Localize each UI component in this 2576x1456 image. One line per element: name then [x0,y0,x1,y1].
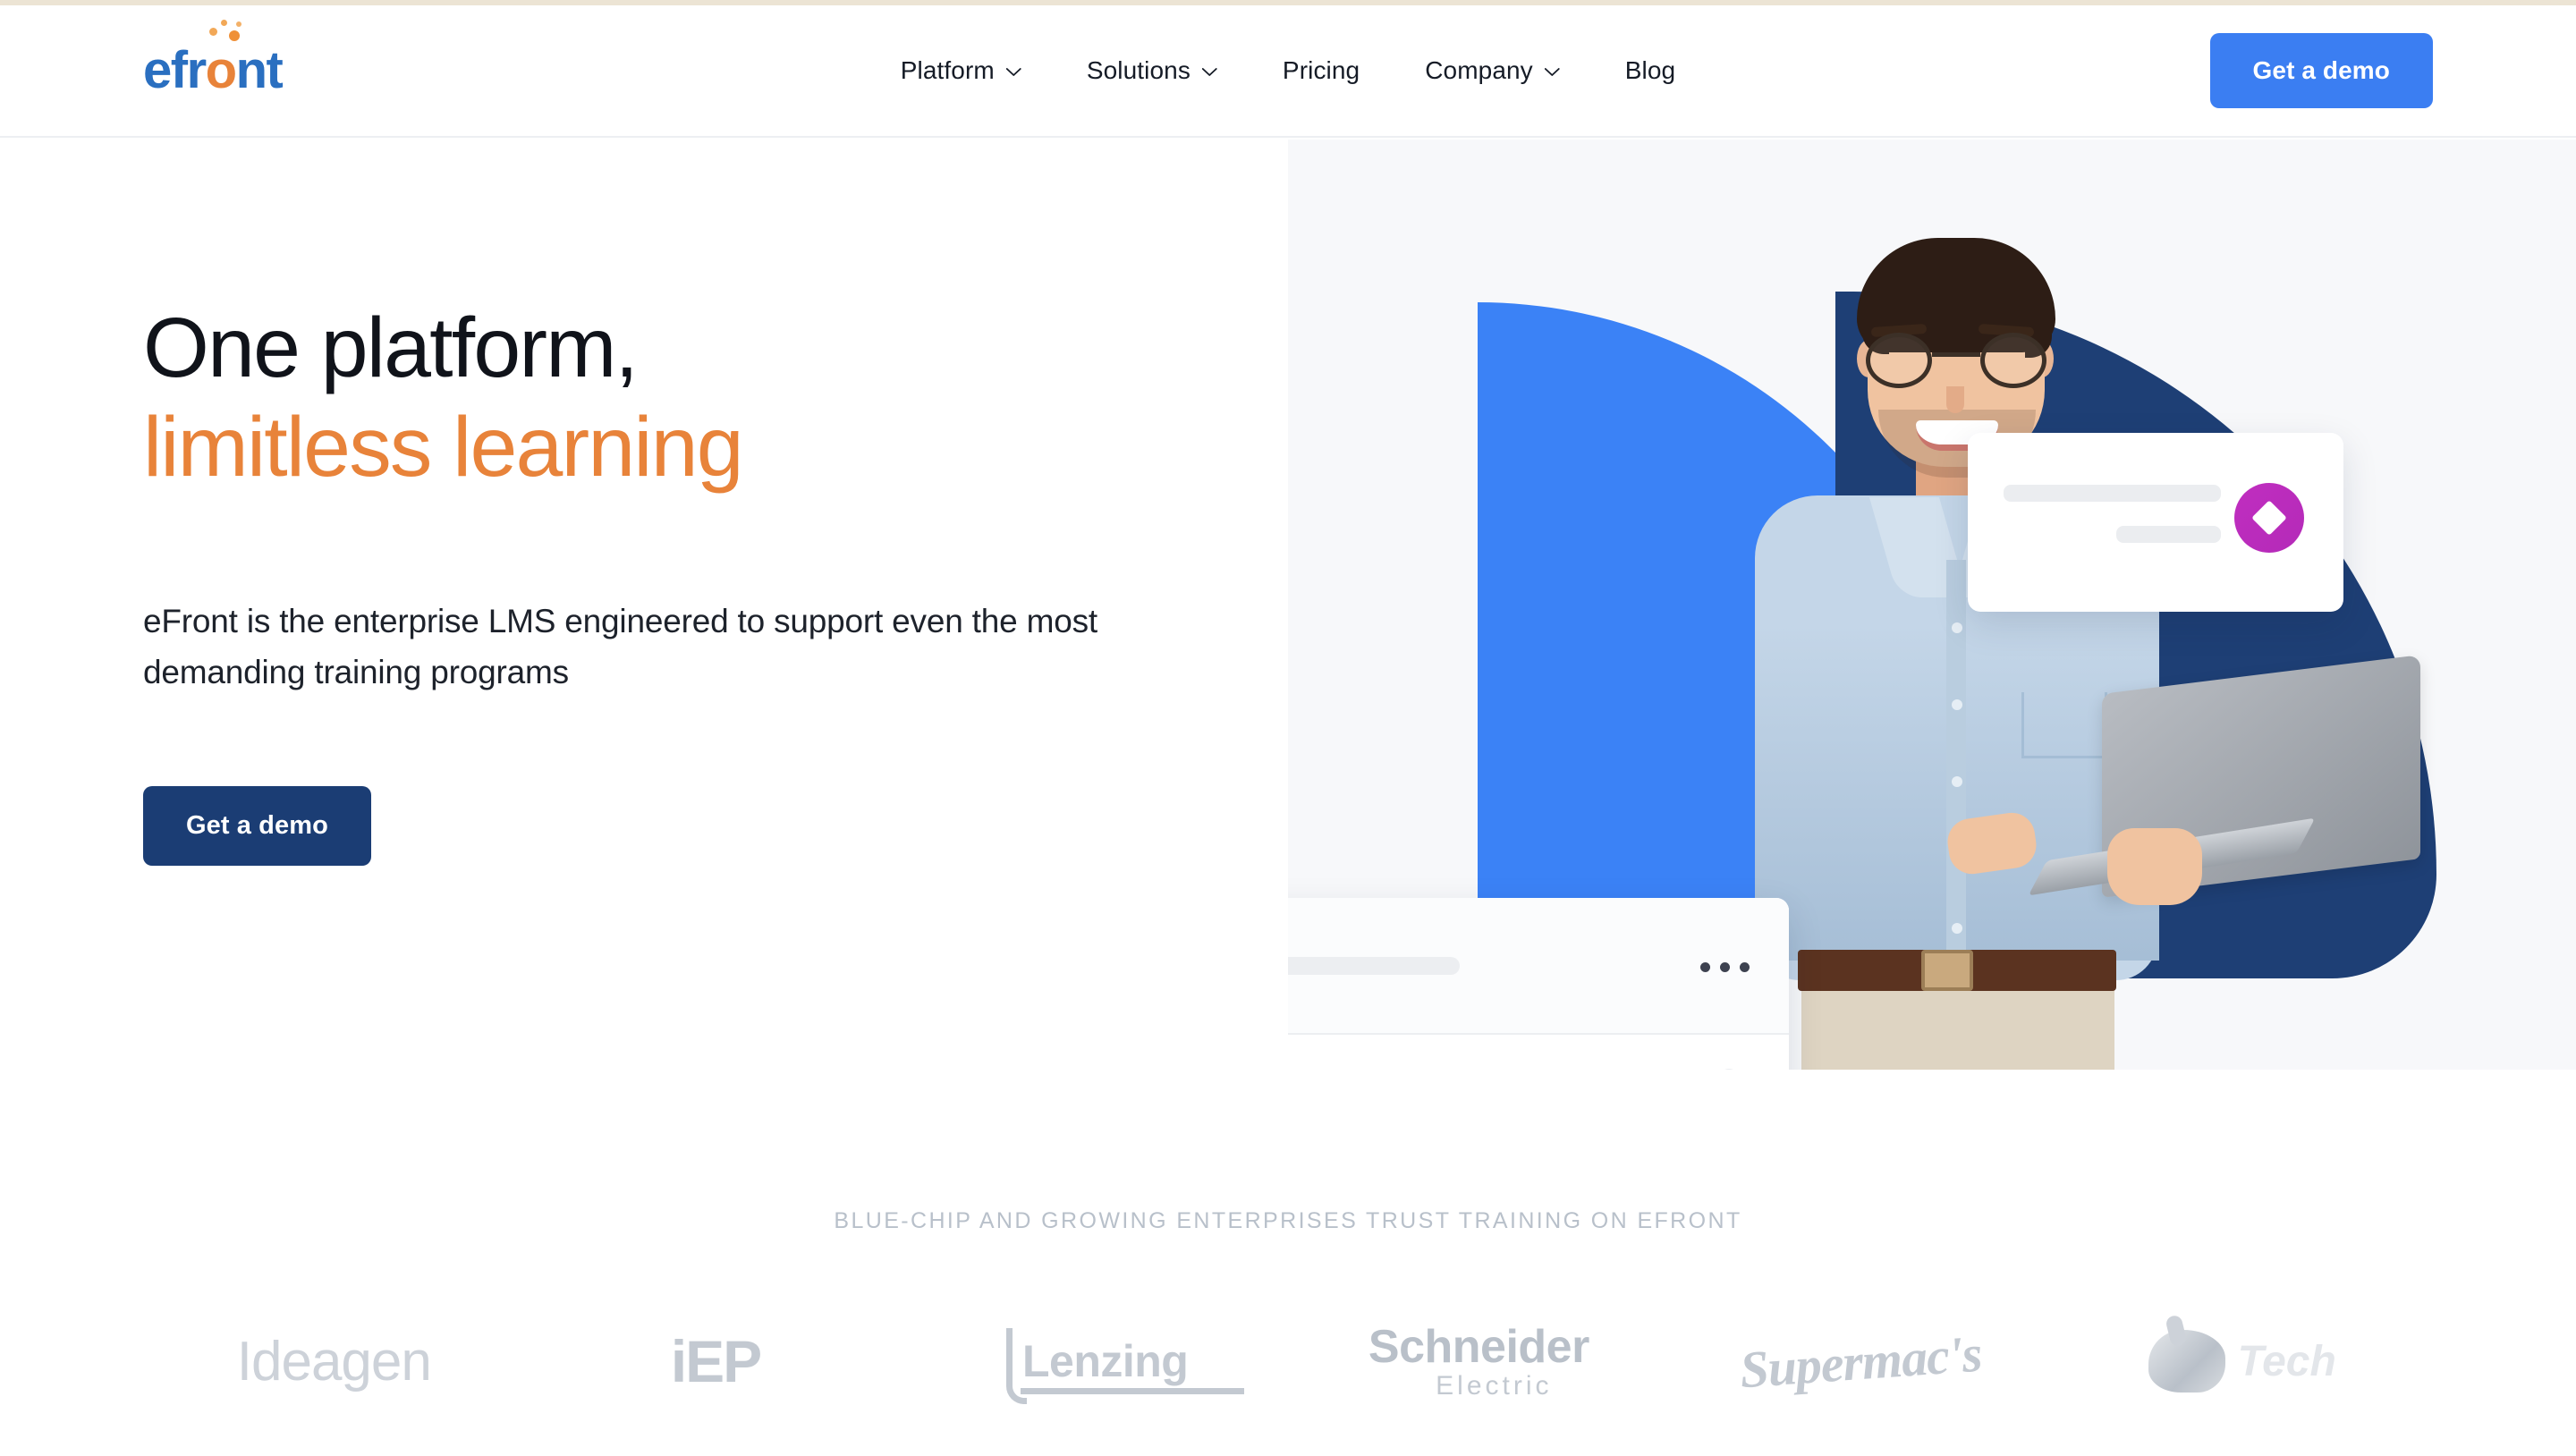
glasses-lens-right [1980,333,2046,388]
nav-label-blog: Blog [1624,56,1676,84]
client-logo-tech: Tech [2051,1299,2433,1424]
hero-get-a-demo-button[interactable]: Get a demo [143,786,371,866]
floating-card-bottom [1288,898,1789,1070]
nav-label-company: Company [1425,56,1533,84]
card-header [1288,898,1789,1035]
client-logo-row: Ideagen iEP Lenzing Schneider Electric S… [143,1299,2433,1424]
nav-item-pricing[interactable]: Pricing [1283,56,1360,85]
glasses-lens-left [1866,333,1932,388]
iep-wordmark: iEP [670,1328,762,1394]
ellipsis-icon[interactable] [1700,962,1750,972]
schneider-name: Schneider [1368,1320,1589,1373]
card-circle-placeholder [1717,1069,1741,1070]
schneider-wordmark: Schneider Electric [1368,1323,1589,1400]
client-logo-ideagen: Ideagen [143,1299,525,1424]
logo-text-before: efr [143,41,207,99]
laptop-illustration [2028,655,2422,916]
nav-item-platform[interactable]: Platform [901,56,1021,85]
nav-item-company[interactable]: Company [1425,56,1560,85]
person-trousers [1801,987,2114,1070]
tech-wordmark: Tech [2148,1330,2336,1393]
logo-spark-3 [228,30,240,41]
card-placeholder-line [2116,526,2221,543]
site-header: efr ont Platform Solutions Pricing Compan… [0,5,2576,138]
person-shirt-button [1952,699,1962,710]
main-navigation: Platform Solutions Pricing Company Blog [901,56,1675,85]
person-glasses [1860,333,2052,388]
hero-artwork [1288,140,2576,1070]
header-get-a-demo-button[interactable]: Get a demo [2209,33,2433,108]
person-shirt-placket [1946,560,1966,962]
hero-title: One platform, limitless learning [143,299,744,497]
person-shirt-button [1952,622,1962,633]
person-shirt-button [1952,776,1962,787]
logo-spark-4 [235,21,242,27]
efront-logo[interactable]: efr ont [143,20,284,97]
card-placeholder-line [2004,485,2221,502]
supermacs-wordmark: Supermac's [1737,1324,1984,1399]
person-nose [1946,386,1964,413]
person-hand-holding [2107,828,2202,905]
nav-label-solutions: Solutions [1086,56,1191,84]
nav-item-solutions[interactable]: Solutions [1087,56,1217,85]
chevron-down-icon [1005,68,1021,77]
client-logo-schneider-electric: Schneider Electric [1288,1299,1670,1424]
hero-title-line-1: One platform, [143,301,639,395]
nav-label-platform: Platform [900,56,995,84]
chevron-down-icon [1544,68,1560,77]
hero-title-line-2: limitless learning [143,400,744,495]
hero-copy: One platform, limitless learning eFront … [143,140,1270,1070]
trust-label: Blue-chip and growing enterprises trust … [834,1208,1742,1233]
logo-spark-1 [208,28,217,36]
client-logo-lenzing: Lenzing [906,1299,1288,1424]
person-belt-buckle [1921,950,1973,991]
client-logo-iep: iEP [525,1299,907,1424]
logo-text-after: nt [235,41,284,99]
floating-card-top [1968,433,2343,612]
diamond-icon [2234,483,2304,553]
logo-spark-2 [220,20,227,26]
glasses-bridge [1932,352,1980,357]
card-title-placeholder [1288,957,1460,975]
hand-icon [2148,1330,2225,1393]
ideagen-wordmark: Ideagen [236,1330,432,1393]
nav-label-pricing: Pricing [1282,56,1360,84]
chevron-down-icon [1202,68,1217,77]
client-logo-supermacs: Supermac's [1670,1299,2052,1424]
card-body [1288,1035,1789,1070]
hero-subtitle: eFront is the enterprise LMS engineered … [143,603,1097,691]
schneider-subname: Electric [1436,1370,1553,1401]
nav-item-blog[interactable]: Blog [1625,56,1675,85]
logo-o-wrap: o [206,20,242,97]
logo-letter-o: o [205,41,237,99]
hero-section: One platform, limitless learning eFront … [0,140,2576,1070]
lenzing-wordmark: Lenzing [1005,1328,1245,1404]
person-shirt-button [1952,923,1962,934]
tech-label: Tech [2237,1337,2336,1385]
